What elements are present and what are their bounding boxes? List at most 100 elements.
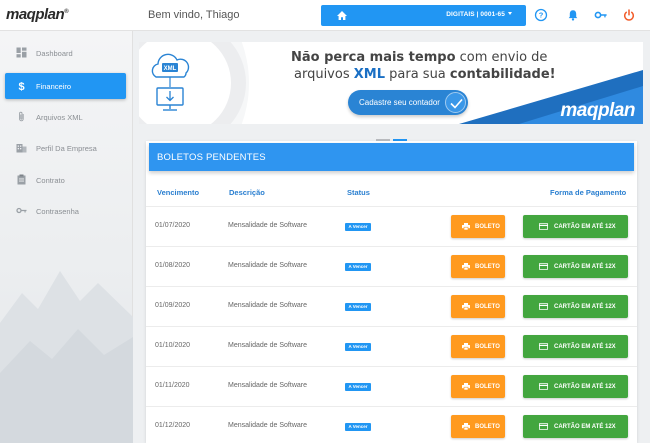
credit-card-label: CARTÃO EM ATÉ 12X (554, 344, 616, 350)
printer-icon (462, 423, 470, 430)
power-icon[interactable] (622, 8, 636, 22)
card-header: BOLETOS PENDENTES (149, 143, 634, 171)
status-badge: A Vencer (345, 383, 371, 391)
table-row: 01/11/2020 Mensalidade de Software A Ven… (146, 366, 637, 406)
status-badge: A Vencer (345, 343, 371, 351)
register-accountant-button[interactable]: Cadastre seu contador (348, 90, 468, 115)
top-bar: maqplan® Bem vindo, Thiago DIGITAIS | 00… (0, 0, 650, 31)
app-logo[interactable]: maqplan® (6, 6, 69, 23)
printer-icon (462, 343, 470, 350)
column-header-forma-de-pagamento: Forma de Pagamento (550, 188, 627, 197)
sidebar-item-perfil-da-empresa[interactable]: Perfil Da Empresa (5, 135, 126, 161)
sidebar-item-label: Dashboard (36, 49, 73, 58)
dashboard-icon (16, 47, 27, 58)
banner-headline-line2: arquivos XML para sua contabilidade! (294, 67, 556, 82)
boleto-button[interactable]: BOLETO (451, 415, 505, 438)
card-title: BOLETOS PENDENTES (157, 152, 266, 163)
due-date: 01/08/2020 (155, 262, 191, 269)
xml-icon-label: XML (164, 66, 177, 72)
boleto-button[interactable]: BOLETO (451, 335, 505, 358)
credit-card-icon (539, 343, 548, 350)
paperclip-icon (19, 111, 24, 122)
welcome-text: Bem vindo, Thiago (148, 9, 240, 21)
printer-icon (462, 303, 470, 310)
table-row: 01/08/2020 Mensalidade de Software A Ven… (146, 246, 637, 286)
credit-card-label: CARTÃO EM ATÉ 12X (554, 304, 616, 310)
cloud-xml-icon: XML (151, 53, 190, 111)
column-header-status: Status (347, 188, 370, 197)
boleto-button[interactable]: BOLETO (451, 215, 505, 238)
status-badge: A Vencer (345, 263, 371, 271)
due-date: 01/10/2020 (155, 342, 191, 349)
status-badge: A Vencer (345, 423, 371, 431)
credit-card-icon (539, 303, 548, 310)
sidebar-item-contrato[interactable]: Contrato (5, 167, 126, 193)
credit-card-label: CARTÃO EM ATÉ 12X (554, 224, 616, 230)
credit-card-button[interactable]: CARTÃO EM ATÉ 12X (523, 375, 628, 398)
credit-card-button[interactable]: CARTÃO EM ATÉ 12X (523, 215, 628, 238)
boleto-label: BOLETO (475, 304, 500, 310)
credit-card-button[interactable]: CARTÃO EM ATÉ 12X (523, 335, 628, 358)
due-date: 01/11/2020 (155, 382, 190, 389)
help-icon[interactable]: ? (534, 8, 548, 22)
clipboard-icon (17, 174, 26, 185)
description: Mensalidade de Software (228, 342, 307, 349)
printer-icon (462, 263, 470, 270)
dollar-icon: $ (18, 81, 24, 91)
sidebar-item-label: Perfil Da Empresa (36, 144, 97, 153)
chevron-down-icon (508, 12, 512, 15)
boleto-label: BOLETO (475, 224, 500, 230)
sidebar-item-arquivos-xml[interactable]: Arquivos XML (5, 104, 126, 130)
credit-card-button[interactable]: CARTÃO EM ATÉ 12X (523, 255, 628, 278)
check-icon (445, 92, 466, 113)
description: Mensalidade de Software (228, 302, 307, 309)
due-date: 01/09/2020 (155, 302, 191, 309)
banner-headline-line1: Não perca mais tempo com envio de (291, 50, 548, 65)
sidebar: Dashboard $ Financeiro Arquivos XML Perf… (0, 31, 133, 443)
boleto-button[interactable]: BOLETO (451, 295, 505, 318)
column-header-vencimento: Vencimento (157, 188, 200, 197)
credit-card-label: CARTÃO EM ATÉ 12X (554, 384, 616, 390)
credit-card-button[interactable]: CARTÃO EM ATÉ 12X (523, 415, 628, 438)
description: Mensalidade de Software (228, 222, 307, 229)
boleto-label: BOLETO (475, 264, 500, 270)
description: Mensalidade de Software (228, 382, 307, 389)
credit-card-icon (539, 263, 548, 270)
mountain-background-image (0, 271, 133, 443)
table-row: 01/09/2020 Mensalidade de Software A Ven… (146, 286, 637, 326)
credit-card-label: CARTÃO EM ATÉ 12X (554, 264, 616, 270)
table-row: 01/10/2020 Mensalidade de Software A Ven… (146, 326, 637, 366)
table-row: 01/07/2020 Mensalidade de Software A Ven… (146, 206, 637, 246)
promo-banner[interactable]: XML Não perca mais tempo com envio de ar… (139, 42, 643, 124)
due-date: 01/12/2020 (155, 422, 191, 429)
sidebar-item-contrasenha[interactable]: Contrasenha (5, 198, 126, 224)
key-icon (16, 207, 27, 214)
printer-icon (462, 383, 470, 390)
status-badge: A Vencer (345, 223, 371, 231)
sidebar-item-label: Contrato (36, 176, 65, 185)
sidebar-item-financeiro[interactable]: $ Financeiro (5, 73, 126, 99)
boleto-button[interactable]: BOLETO (451, 375, 505, 398)
sidebar-item-label: Arquivos XML (36, 113, 83, 122)
banner-logo: maqplan (560, 100, 635, 121)
printer-icon (462, 223, 470, 230)
description: Mensalidade de Software (228, 262, 307, 269)
building-icon (16, 144, 27, 153)
company-bar: DIGITAIS | 0001-65 (321, 5, 526, 26)
sidebar-item-label: Contrasenha (36, 207, 79, 216)
column-header-descricao: Descrição (229, 188, 265, 197)
boleto-button[interactable]: BOLETO (451, 255, 505, 278)
sidebar-item-dashboard[interactable]: Dashboard (5, 40, 126, 66)
pending-bills-card: BOLETOS PENDENTES Vencimento Descrição S… (146, 141, 637, 443)
bell-icon[interactable] (566, 8, 580, 22)
credit-card-label: CARTÃO EM ATÉ 12X (554, 424, 616, 430)
credit-card-button[interactable]: CARTÃO EM ATÉ 12X (523, 295, 628, 318)
key-icon[interactable] (594, 8, 608, 22)
due-date: 01/07/2020 (155, 222, 191, 229)
home-icon[interactable] (335, 9, 349, 22)
company-selector[interactable]: DIGITAIS | 0001-65 (446, 11, 512, 18)
credit-card-icon (539, 223, 548, 230)
svg-text:$: $ (18, 81, 24, 91)
sidebar-item-label: Financeiro (36, 82, 72, 91)
table-row: 01/12/2020 Mensalidade de Software A Ven… (146, 406, 637, 443)
